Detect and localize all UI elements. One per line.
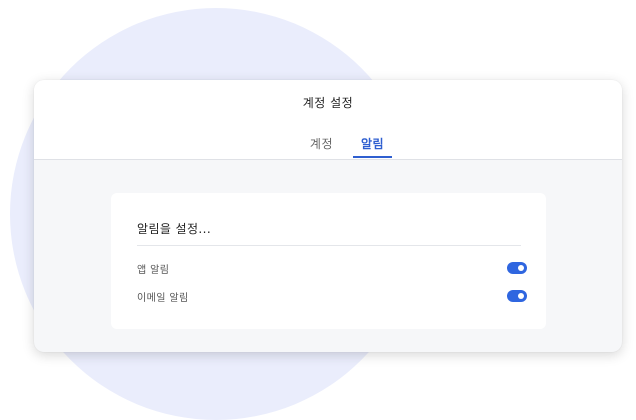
card-heading: 알림을 설정... [137,222,212,236]
notifications-card: 알림을 설정... 앱 알림 이메일 알림 [111,193,546,329]
toggle-knob [518,293,524,299]
email-notification-toggle[interactable] [507,290,527,302]
app-notification-toggle[interactable] [507,262,527,274]
tab-account[interactable]: 계정 [302,135,341,158]
settings-window: 계정 설정 계정 알림 알림을 설정... 앱 알림 이메일 알림 [34,80,622,352]
stage: 계정 설정 계정 알림 알림을 설정... 앱 알림 이메일 알림 [0,0,636,420]
setting-row-app: 앱 알림 [137,259,527,277]
toggle-knob [518,265,524,271]
setting-label-email: 이메일 알림 [137,293,189,304]
window-title: 계정 설정 [302,96,354,110]
setting-row-email: 이메일 알림 [137,287,527,305]
divider [137,245,521,246]
tab-bar: 계정 알림 [34,135,622,159]
window-header: 계정 설정 계정 알림 [34,80,622,160]
setting-label-app: 앱 알림 [137,265,170,276]
tab-notifications[interactable]: 알림 [353,135,393,158]
